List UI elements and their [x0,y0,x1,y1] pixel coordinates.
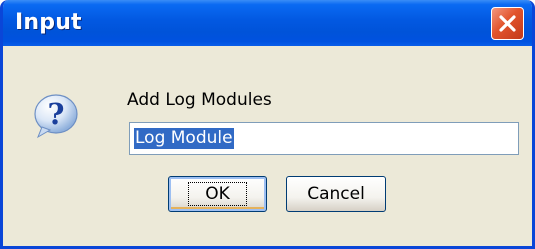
dialog-body: ? Add Log Modules Log Module OK Cancel [3,46,532,246]
ok-button[interactable]: OK [168,176,267,212]
title-bar[interactable]: Input [3,0,532,46]
svg-text:?: ? [48,97,65,131]
close-button[interactable] [491,7,524,40]
cancel-button-label: Cancel [307,184,365,204]
prompt-label: Add Log Modules [127,90,272,110]
input-dialog-window: Input ? Add Log Modules Log Module OK Ca… [0,0,535,249]
window-title: Input [15,10,82,35]
module-name-input[interactable]: Log Module [129,122,519,155]
cancel-button[interactable]: Cancel [286,176,386,212]
ok-button-label: OK [188,182,247,206]
close-icon [499,15,516,32]
input-selected-text: Log Module [134,128,234,149]
question-mark-icon: ? [30,87,82,139]
